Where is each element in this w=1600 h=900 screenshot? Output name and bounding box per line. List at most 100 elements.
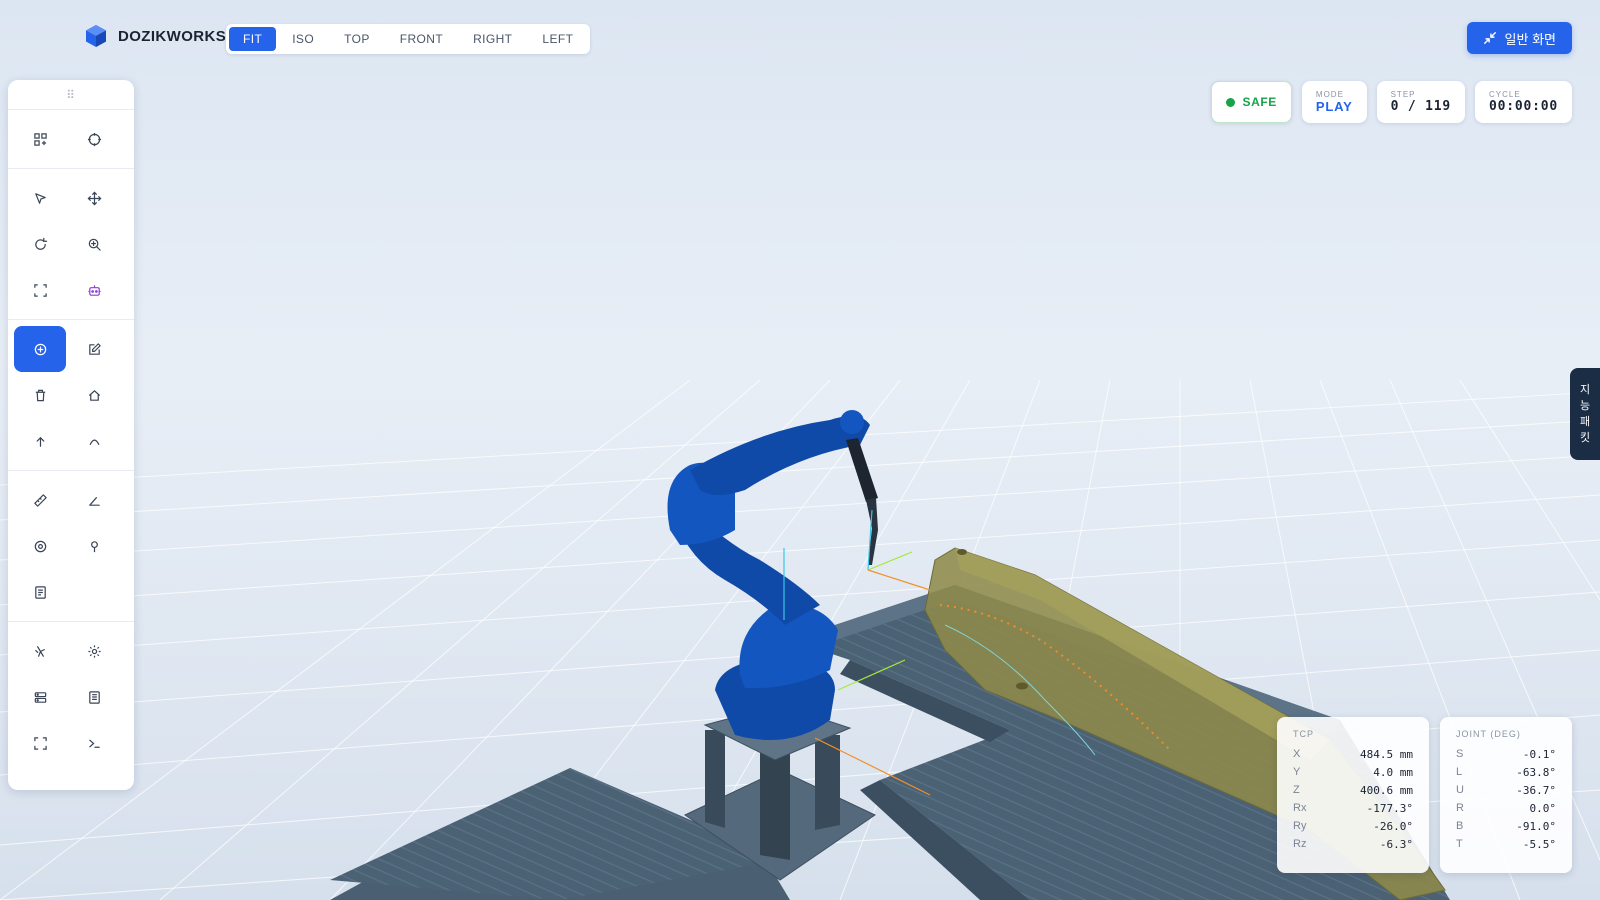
terminal-button[interactable] — [68, 720, 120, 766]
move-up-button[interactable] — [14, 418, 66, 464]
delete-button[interactable] — [14, 372, 66, 418]
cursor-arrow-icon — [34, 192, 46, 204]
tab-front[interactable]: FRONT — [386, 27, 457, 51]
joint-key: U — [1456, 784, 1464, 796]
joint-value: -36.7° — [1516, 783, 1556, 797]
safety-status-badge: SAFE — [1210, 81, 1292, 123]
joint-key: L — [1456, 766, 1463, 778]
move-tool-button[interactable] — [68, 175, 120, 221]
server-icon — [34, 691, 46, 703]
plus-circle-icon — [34, 343, 46, 355]
tcp-value: 400.6 mm — [1360, 783, 1413, 797]
zoom-tool-button[interactable] — [68, 221, 120, 267]
collapse-arrows-icon — [1483, 32, 1496, 44]
tcp-row: Y 4.0 mm — [1293, 763, 1413, 781]
add-point-button[interactable] — [14, 326, 66, 372]
spark-icon — [34, 645, 45, 657]
joint-value: -63.8° — [1516, 765, 1556, 779]
terminal-icon — [88, 739, 100, 748]
joint-value: 0.0° — [1529, 801, 1557, 815]
move-arrows-icon — [87, 191, 101, 205]
tool-group-view — [8, 110, 134, 169]
tcp-value: 484.5 mm — [1360, 747, 1413, 761]
side-tab-char: 패 — [1579, 416, 1591, 428]
rotate-icon — [34, 237, 47, 250]
select-tool-button[interactable] — [14, 175, 66, 221]
tcp-value: 4.0 mm — [1373, 765, 1413, 779]
robot-icon — [87, 284, 101, 296]
mode-value: PLAY — [1315, 99, 1353, 114]
view-tabs: FIT ISO TOP FRONT RIGHT LEFT — [226, 24, 591, 54]
notes-button[interactable] — [14, 569, 66, 615]
tool-group-system — [8, 622, 134, 772]
tab-top[interactable]: TOP — [330, 27, 384, 51]
side-tab-char: 지 — [1579, 384, 1591, 396]
tcp-key: Rx — [1293, 802, 1307, 814]
cycle-card: CYCLE 00:00:00 — [1474, 81, 1572, 123]
rotate-tool-button[interactable] — [14, 221, 66, 267]
map-pin-icon — [90, 540, 98, 552]
joint-title: JOINT (DEG) — [1456, 729, 1521, 739]
add-widget-button[interactable] — [14, 116, 66, 162]
fullscreen-button[interactable] — [14, 720, 66, 766]
target-button[interactable] — [68, 116, 120, 162]
measure-button[interactable] — [14, 477, 66, 523]
side-panel-tab[interactable]: 지 능 패 킷 — [1570, 368, 1600, 460]
joint-row: U -36.7° — [1456, 781, 1556, 799]
edit-point-button[interactable] — [68, 326, 120, 372]
target-icon — [34, 540, 46, 552]
focus-button[interactable] — [14, 523, 66, 569]
angle-icon — [88, 496, 100, 506]
step-value: 0 / 119 — [1390, 99, 1451, 114]
list-document-icon — [88, 690, 100, 704]
tcp-key: Y — [1293, 766, 1301, 778]
tab-iso[interactable]: ISO — [278, 27, 328, 51]
document-icon — [34, 585, 46, 599]
weld-button[interactable] — [14, 628, 66, 674]
joint-row: B -91.0° — [1456, 817, 1556, 835]
joint-value: -91.0° — [1516, 819, 1556, 833]
tool-group-edit — [8, 320, 134, 471]
tcp-title: TCP — [1293, 729, 1314, 739]
tcp-key: Rz — [1293, 838, 1307, 850]
tcp-row: Z 400.6 mm — [1293, 781, 1413, 799]
tcp-value: -26.0° — [1373, 819, 1413, 833]
step-card: STEP 0 / 119 — [1376, 81, 1465, 123]
tool-panel: ⠿ — [8, 80, 134, 790]
settings-button[interactable] — [68, 628, 120, 674]
joint-key: S — [1456, 748, 1464, 760]
storage-button[interactable] — [14, 674, 66, 720]
gear-icon — [87, 644, 101, 658]
drag-handle-icon[interactable]: ⠿ — [8, 80, 134, 110]
joint-value: -5.5° — [1522, 837, 1556, 851]
tab-left[interactable]: LEFT — [528, 27, 587, 51]
arc-button[interactable] — [68, 418, 120, 464]
joint-row: L -63.8° — [1456, 763, 1556, 781]
tab-right[interactable]: RIGHT — [459, 27, 526, 51]
normal-view-button[interactable]: 일반 화면 — [1466, 22, 1572, 54]
log-button[interactable] — [68, 674, 120, 720]
joint-key: R — [1456, 802, 1464, 814]
home-button[interactable] — [68, 372, 120, 418]
tcp-key: Ry — [1293, 820, 1307, 832]
tcp-row: Rz -6.3° — [1293, 835, 1413, 853]
fit-view-button[interactable] — [14, 267, 66, 313]
joint-readout-panel: JOINT (DEG) S -0.1° L -63.8° U -36.7° R 0.0°… — [1440, 717, 1572, 873]
tcp-row: Rx -177.3° — [1293, 799, 1413, 817]
tcp-row: X 484.5 mm — [1293, 745, 1413, 763]
mode-label: MODE — [1315, 90, 1344, 99]
safety-status-text: SAFE — [1242, 95, 1277, 109]
tool-group-navigate — [8, 169, 134, 320]
tcp-key: Z — [1293, 784, 1300, 796]
side-tab-char: 능 — [1579, 400, 1591, 412]
frame-corners-icon — [33, 283, 47, 297]
step-label: STEP — [1390, 90, 1416, 99]
tab-fit[interactable]: FIT — [229, 27, 277, 51]
pin-button[interactable] — [68, 523, 120, 569]
robot-view-button[interactable] — [68, 267, 120, 313]
angle-button[interactable] — [68, 477, 120, 523]
joint-key: B — [1456, 820, 1464, 832]
edit-pencil-icon — [88, 342, 101, 355]
brand: DOZIKWORKS — [84, 24, 226, 48]
tcp-value: -6.3° — [1379, 837, 1413, 851]
